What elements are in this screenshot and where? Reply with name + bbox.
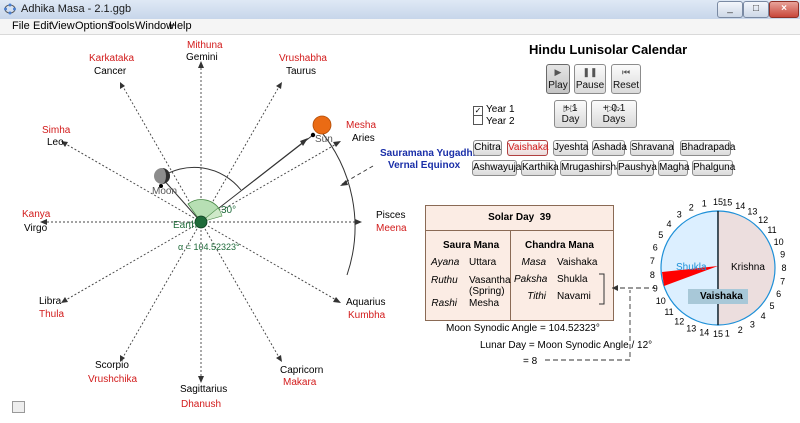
- dial-shukla-number: 14: [699, 328, 709, 338]
- dial-shukla-number: 1: [702, 198, 707, 208]
- dial-krishna-number: 12: [758, 215, 768, 225]
- dial-shukla-number: 12: [674, 316, 684, 326]
- dial-shukla-number: 15: [713, 329, 723, 339]
- dial-krishna-number: 14: [735, 201, 745, 211]
- krishna-label: Krishna: [731, 262, 765, 273]
- dial-krishna-number: 4: [761, 311, 766, 321]
- dial-shukla-number: 10: [656, 296, 666, 306]
- dial-shukla-number: 7: [650, 256, 655, 266]
- dial-krishna-number: 3: [750, 319, 755, 329]
- dial-shukla-number: 3: [677, 210, 682, 220]
- tithi-dial: 1512345678910111213 14 15 15 14131211109876…: [650, 197, 787, 339]
- dial-krishna-number: 5: [769, 301, 774, 311]
- dial-krishna-number: 6: [776, 289, 781, 299]
- toggle-panel-icon[interactable]: [12, 401, 25, 413]
- dial-krishna-number: 11: [767, 225, 776, 235]
- dial-krishna-number: 8: [781, 263, 786, 273]
- dial-month-label: Vaishaka: [700, 291, 743, 302]
- dial-shukla-number: 4: [666, 219, 671, 229]
- dial-shukla-number: 11: [664, 307, 673, 317]
- dial-shukla-number: 6: [653, 243, 658, 253]
- dial-shukla-number: 2: [689, 203, 694, 213]
- shukla-label: Shukla: [676, 262, 707, 273]
- dial-krishna-number: 1: [725, 328, 730, 338]
- dial-shukla-number: 13: [686, 323, 696, 333]
- dial-krishna-number: 9: [780, 250, 785, 260]
- dial-krishna-number: 13: [747, 207, 757, 217]
- dial-krishna-number: 7: [780, 276, 785, 286]
- dial-krishna-number: 2: [738, 325, 743, 335]
- dial-krishna-number: 15: [722, 198, 732, 208]
- dial-shukla-number: 5: [658, 230, 663, 240]
- dial-shukla-number: 8: [650, 270, 655, 280]
- dial-krishna-number: 10: [774, 237, 784, 247]
- dial-shukla-number: 9: [653, 283, 658, 293]
